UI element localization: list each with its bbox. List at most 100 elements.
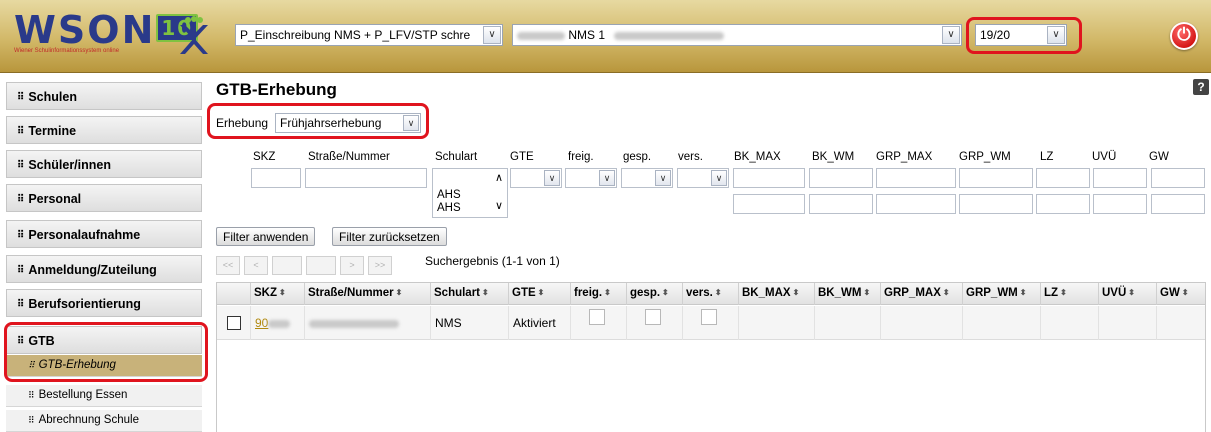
filter-bk-max-input-2[interactable] [733,194,805,214]
cell-grp-max [881,306,963,340]
sidebar-item-personalaufnahme[interactable]: ⠿ Personalaufnahme [6,220,202,248]
filter-schulart-listbox[interactable]: AHS AHS ∧ ∨ [432,168,508,218]
filter-lz-input-2[interactable] [1036,194,1090,214]
column-header-uvu[interactable]: UVÜ ⬍ [1099,283,1157,305]
chevron-down-icon[interactable]: ∨ [403,115,419,131]
sidebar-item-schulen[interactable]: ⠿ Schulen [6,82,202,110]
cell-gw [1157,306,1205,340]
sidebar-item-gtb[interactable]: ⠿ GTB [6,326,202,354]
column-header-grp-max[interactable]: GRP_MAX ⬍ [881,283,963,305]
sort-icon[interactable]: ⬍ [1182,288,1189,297]
sidebar-item-personal[interactable]: ⠿ Personal [6,184,202,212]
filter-grp-max-input[interactable] [876,168,956,188]
filter-grp-max-input-2[interactable] [876,194,956,214]
column-header-gte[interactable]: GTE ⬍ [509,283,571,305]
program-select[interactable]: P_Einschreibung NMS + P_LFV/STP schre ∨ [235,24,503,46]
school-select[interactable]: NMS 1 ∨ [512,24,962,46]
filter-gw-input-2[interactable] [1151,194,1205,214]
filter-freig-select[interactable]: ∨ [565,168,617,188]
chevron-down-icon[interactable]: ∨ [1047,26,1065,44]
filter-header-freig: freig. [568,151,594,163]
sort-icon[interactable]: ⬍ [538,288,545,297]
sort-icon[interactable]: ⬍ [482,288,489,297]
column-header-bk-wm[interactable]: BK_WM ⬍ [815,283,881,305]
filter-apply-button[interactable]: Filter anwenden [216,227,316,246]
filter-reset-button[interactable]: Filter zurücksetzen [332,227,447,246]
help-icon[interactable]: ? [1193,79,1209,95]
last-page-button[interactable]: >> [368,256,392,275]
filter-uvu-input[interactable] [1093,168,1147,188]
sort-icon[interactable]: ⬍ [793,288,800,297]
chevron-down-icon[interactable]: ∨ [711,170,727,186]
chevron-down-icon[interactable]: ∨ [599,170,615,186]
sort-icon[interactable]: ⬍ [662,288,669,297]
first-page-button[interactable]: << [216,256,240,275]
filter-bk-max-input[interactable] [733,168,805,188]
column-header-grp-wm[interactable]: GRP_WM ⬍ [963,283,1041,305]
column-header-vers[interactable]: vers. ⬍ [683,283,739,305]
sidebar-subitem-abrechnung-schule[interactable]: ⠿ Abrechnung Schule [6,410,202,432]
filter-grp-wm-input-2[interactable] [959,194,1033,214]
prev-page-button[interactable]: < [244,256,268,275]
next-page-button[interactable]: > [340,256,364,275]
filter-skz-input[interactable] [251,168,301,188]
column-header-gw[interactable]: GW ⬍ [1157,283,1205,305]
sort-icon[interactable]: ⬍ [1128,288,1135,297]
sidebar-item-schueler[interactable]: ⠿ Schüler/innen [6,150,202,178]
sort-icon[interactable]: ⬍ [943,288,950,297]
sidebar-item-berufsorientierung[interactable]: ⠿ Berufsorientierung [6,289,202,317]
filter-header-gw: GW [1149,151,1169,163]
column-header-gesp[interactable]: gesp. ⬍ [627,283,683,305]
chevron-down-icon[interactable]: ∨ [655,170,671,186]
filter-strasse-input[interactable] [305,168,427,188]
column-header-lz[interactable]: LZ ⬍ [1041,283,1099,305]
filter-lz-input[interactable] [1036,168,1090,188]
page-number-input[interactable] [272,256,302,275]
gesp-checkbox[interactable] [645,309,661,325]
sort-icon[interactable]: ⬍ [863,288,870,297]
sidebar-item-label: Schulen [28,90,77,104]
sort-icon[interactable]: ⬍ [279,288,286,297]
filter-header-vers: vers. [678,151,703,163]
filter-gw-input[interactable] [1151,168,1205,188]
sort-icon[interactable]: ⬍ [604,288,611,297]
sidebar-item-anmeldung[interactable]: ⠿ Anmeldung/Zuteilung [6,255,202,283]
vers-checkbox[interactable] [701,309,717,325]
chevron-up-icon[interactable]: ∧ [495,171,503,184]
row-checkbox[interactable] [227,316,241,330]
column-header-bk-max[interactable]: BK_MAX ⬍ [739,283,815,305]
column-header-strasse[interactable]: Straße/Nummer ⬍ [305,283,431,305]
filter-uvu-input-2[interactable] [1093,194,1147,214]
sort-icon[interactable]: ⬍ [715,288,722,297]
column-header-freig[interactable]: freig. ⬍ [571,283,627,305]
main-content: GTB-Erhebung ? Erhebung Frühjahrserhebun… [213,74,1211,432]
schulart-option[interactable]: AHS [437,189,461,201]
freig-checkbox[interactable] [589,309,605,325]
cell-gte: Aktiviert [509,306,571,340]
sidebar-subitem-gtb-erhebung[interactable]: ⠿ GTB-Erhebung [6,355,202,377]
school-year-select[interactable]: 19/20 ∨ [975,24,1067,46]
sort-icon[interactable]: ⬍ [396,288,403,297]
sort-icon[interactable]: ⬍ [1020,288,1027,297]
skz-link[interactable]: 90 [255,316,268,330]
chevron-down-icon[interactable]: ∨ [495,199,503,212]
filter-gte-select[interactable]: ∨ [510,168,562,188]
table-row[interactable]: 90 NMS Aktiviert [217,306,1205,340]
logout-power-button[interactable]: ⏻ [1170,22,1198,50]
filter-bk-wm-input[interactable] [809,168,873,188]
filter-grp-wm-input[interactable] [959,168,1033,188]
filter-gesp-select[interactable]: ∨ [621,168,673,188]
chevron-down-icon[interactable]: ∨ [544,170,560,186]
chevron-down-icon[interactable]: ∨ [483,26,501,44]
sidebar-subitem-bestellung-essen[interactable]: ⠿ Bestellung Essen [6,385,202,407]
sidebar-item-label: GTB [28,334,55,348]
chevron-down-icon[interactable]: ∨ [942,26,960,44]
filter-vers-select[interactable]: ∨ [677,168,729,188]
sidebar-item-termine[interactable]: ⠿ Termine [6,116,202,144]
filter-bk-wm-input-2[interactable] [809,194,873,214]
column-header-skz[interactable]: SKZ ⬍ [251,283,305,305]
sort-icon[interactable]: ⬍ [1060,288,1067,297]
column-header-schulart[interactable]: Schulart ⬍ [431,283,509,305]
erhebung-select[interactable]: Frühjahrserhebung ∨ [275,113,421,133]
schulart-option[interactable]: AHS [437,202,461,214]
